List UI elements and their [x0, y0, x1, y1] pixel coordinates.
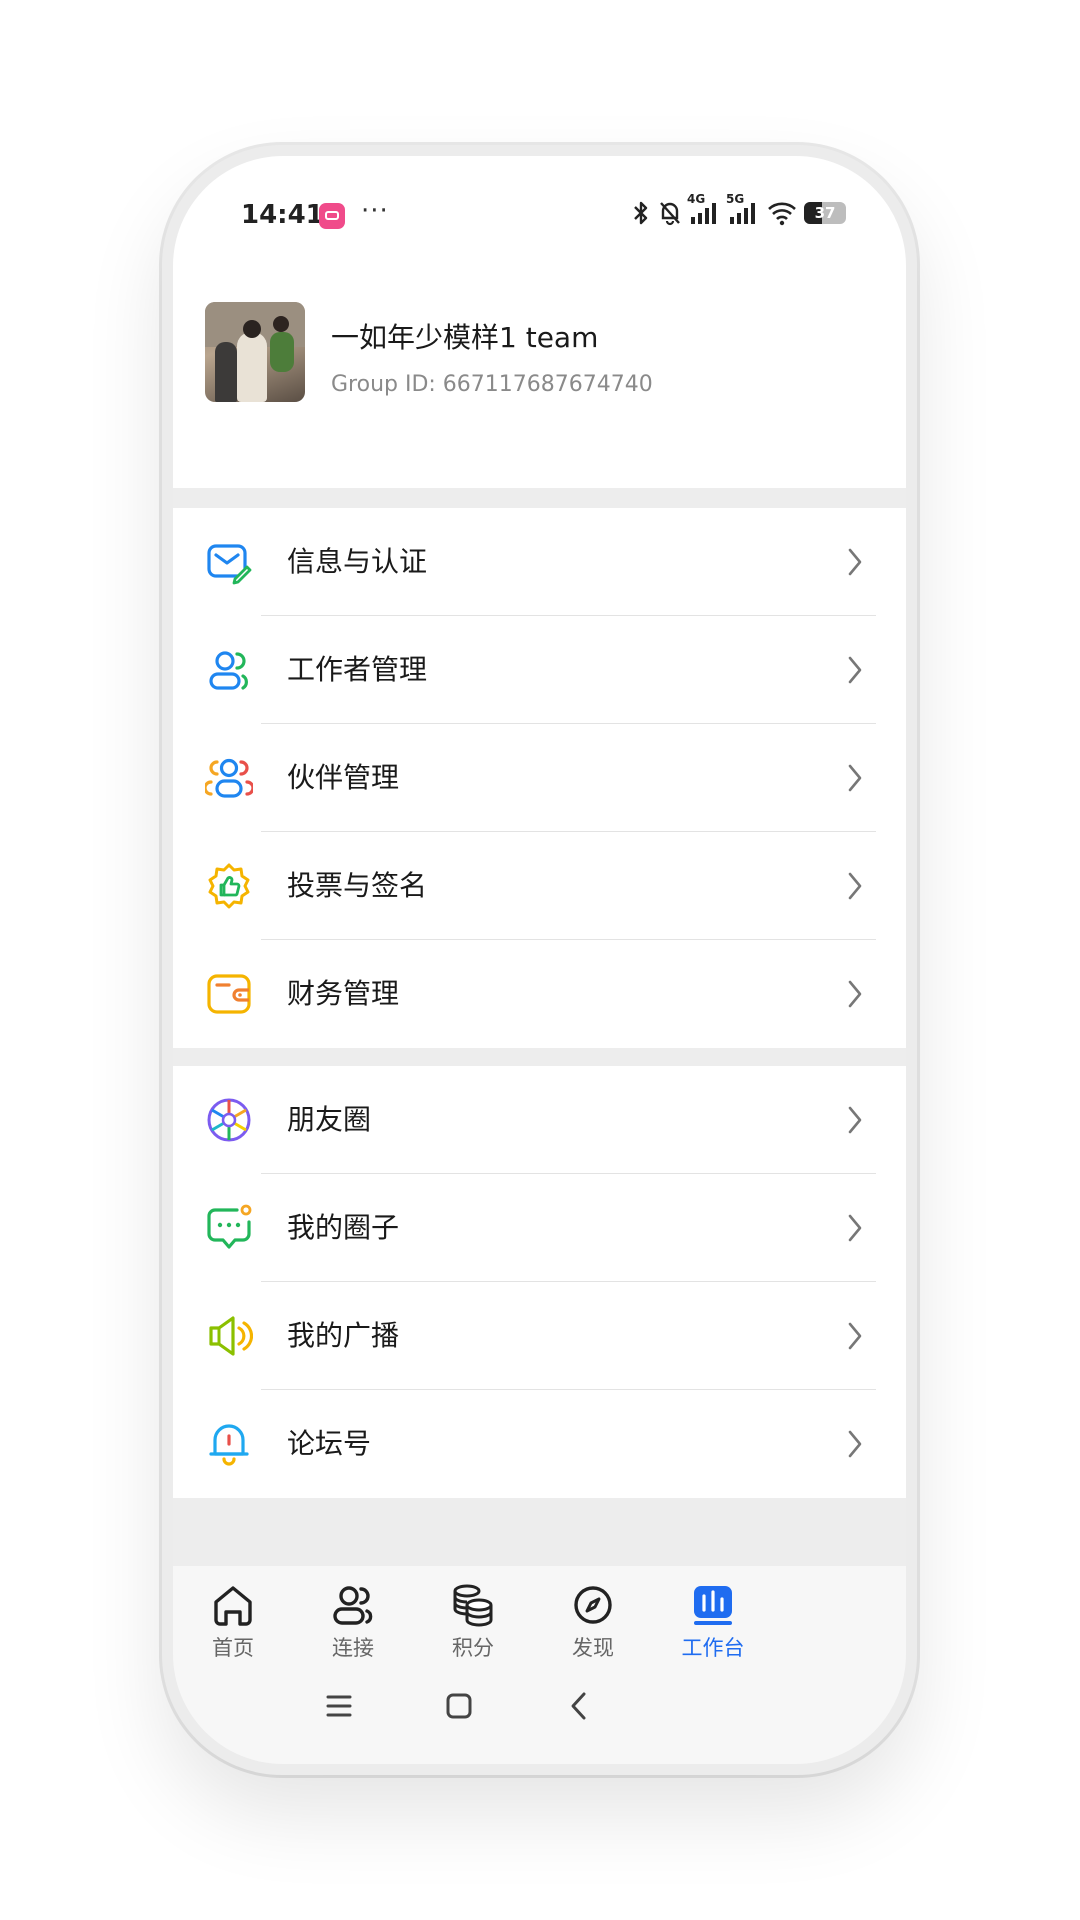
bell-icon — [209, 1424, 249, 1466]
nav-tab-points[interactable]: 积分 — [413, 1582, 533, 1672]
nav-tab-home[interactable]: 首页 — [173, 1582, 293, 1672]
chevron-right-icon — [848, 656, 862, 684]
connect-users-icon — [333, 1586, 373, 1625]
bluetooth-icon — [634, 201, 648, 225]
menu-label: 朋友圈 — [287, 1103, 372, 1136]
dashboard-icon — [694, 1586, 732, 1625]
app-notification-icon — [319, 203, 345, 229]
chevron-right-icon — [848, 1322, 862, 1350]
menu-label: 我的圈子 — [287, 1211, 400, 1244]
chevron-right-icon — [848, 764, 862, 792]
megaphone-icon — [209, 1316, 253, 1356]
menu-item-info-certification[interactable]: 信息与认证 — [173, 508, 906, 616]
chevron-right-icon — [848, 548, 862, 576]
menu-label: 伙伴管理 — [287, 761, 400, 794]
menu-item-moments[interactable]: 朋友圈 — [173, 1066, 906, 1174]
battery-icon: 37 — [804, 202, 846, 224]
status-bar: 14:41 ··· 4G 5G 37 — [173, 156, 906, 256]
phone-frame: 14:41 ··· 4G 5G 37 一如年少模样1 team Group ID… — [162, 145, 917, 1775]
system-nav-bar — [173, 1676, 906, 1736]
mute-bell-icon — [660, 202, 680, 226]
menu-label: 财务管理 — [287, 977, 400, 1010]
menu-label: 论坛号 — [287, 1427, 372, 1460]
back-arrow-icon[interactable] — [549, 1676, 609, 1736]
signal-5g-icon: 5G — [726, 192, 760, 226]
screen: 14:41 ··· 4G 5G 37 一如年少模样1 team Group ID… — [173, 156, 906, 1764]
wifi-icon — [768, 202, 796, 226]
menu-lines-icon[interactable] — [309, 1676, 369, 1736]
group-id: Group ID: 667117687674740 — [331, 372, 653, 397]
nav-label: 工作台 — [681, 1636, 745, 1660]
chevron-right-icon — [848, 980, 862, 1008]
menu-item-finance-management[interactable]: 财务管理 — [173, 940, 906, 1048]
chevron-right-icon — [848, 1430, 862, 1458]
menu-item-worker-management[interactable]: 工作者管理 — [173, 616, 906, 724]
coins-icon — [453, 1584, 493, 1627]
moments-aperture-icon — [207, 1098, 251, 1142]
vote-thumb-icon — [208, 863, 250, 909]
menu-label: 投票与签名 — [287, 869, 428, 902]
chevron-right-icon — [848, 872, 862, 900]
group-name: 一如年少模样1 team — [331, 321, 599, 354]
home-square-icon[interactable] — [429, 1676, 489, 1736]
chat-bubble-icon — [207, 1204, 252, 1249]
home-icon — [214, 1586, 252, 1626]
menu-item-my-circles[interactable]: 我的圈子 — [173, 1174, 906, 1282]
menu-label: 我的广播 — [287, 1319, 400, 1352]
group-avatar[interactable] — [205, 302, 305, 402]
nav-tab-workbench[interactable]: 工作台 — [653, 1582, 773, 1672]
nav-label: 发现 — [572, 1636, 614, 1660]
partners-icon — [205, 758, 253, 798]
nav-label: 连接 — [332, 1636, 374, 1660]
more-notifications-icon: ··· — [361, 196, 389, 226]
menu-section-management: 信息与认证 工作者管理 伙伴管理 投票与签名 财务管理 — [173, 508, 906, 1048]
wallet-icon — [207, 974, 251, 1014]
mail-verify-icon — [207, 544, 252, 585]
chevron-right-icon — [848, 1214, 862, 1242]
battery-level: 37 — [814, 204, 836, 222]
compass-icon — [574, 1586, 612, 1624]
chevron-right-icon — [848, 1106, 862, 1134]
menu-section-social: 朋友圈 我的圈子 我的广播 论坛号 — [173, 1066, 906, 1498]
status-icons: 4G 5G 37 — [631, 192, 846, 226]
nav-label: 首页 — [212, 1636, 254, 1660]
workers-icon — [209, 651, 248, 690]
signal-4g-icon: 4G — [687, 192, 721, 226]
menu-label: 工作者管理 — [287, 653, 428, 686]
menu-label: 信息与认证 — [287, 545, 428, 578]
menu-item-vote-signature[interactable]: 投票与签名 — [173, 832, 906, 940]
nav-label: 积分 — [452, 1636, 494, 1660]
nav-tab-discover[interactable]: 发现 — [533, 1582, 653, 1672]
nav-tab-connect[interactable]: 连接 — [293, 1582, 413, 1672]
menu-item-partner-management[interactable]: 伙伴管理 — [173, 724, 906, 832]
status-time: 14:41 — [241, 200, 324, 230]
menu-item-my-broadcast[interactable]: 我的广播 — [173, 1282, 906, 1390]
menu-item-forum-account[interactable]: 论坛号 — [173, 1390, 906, 1498]
